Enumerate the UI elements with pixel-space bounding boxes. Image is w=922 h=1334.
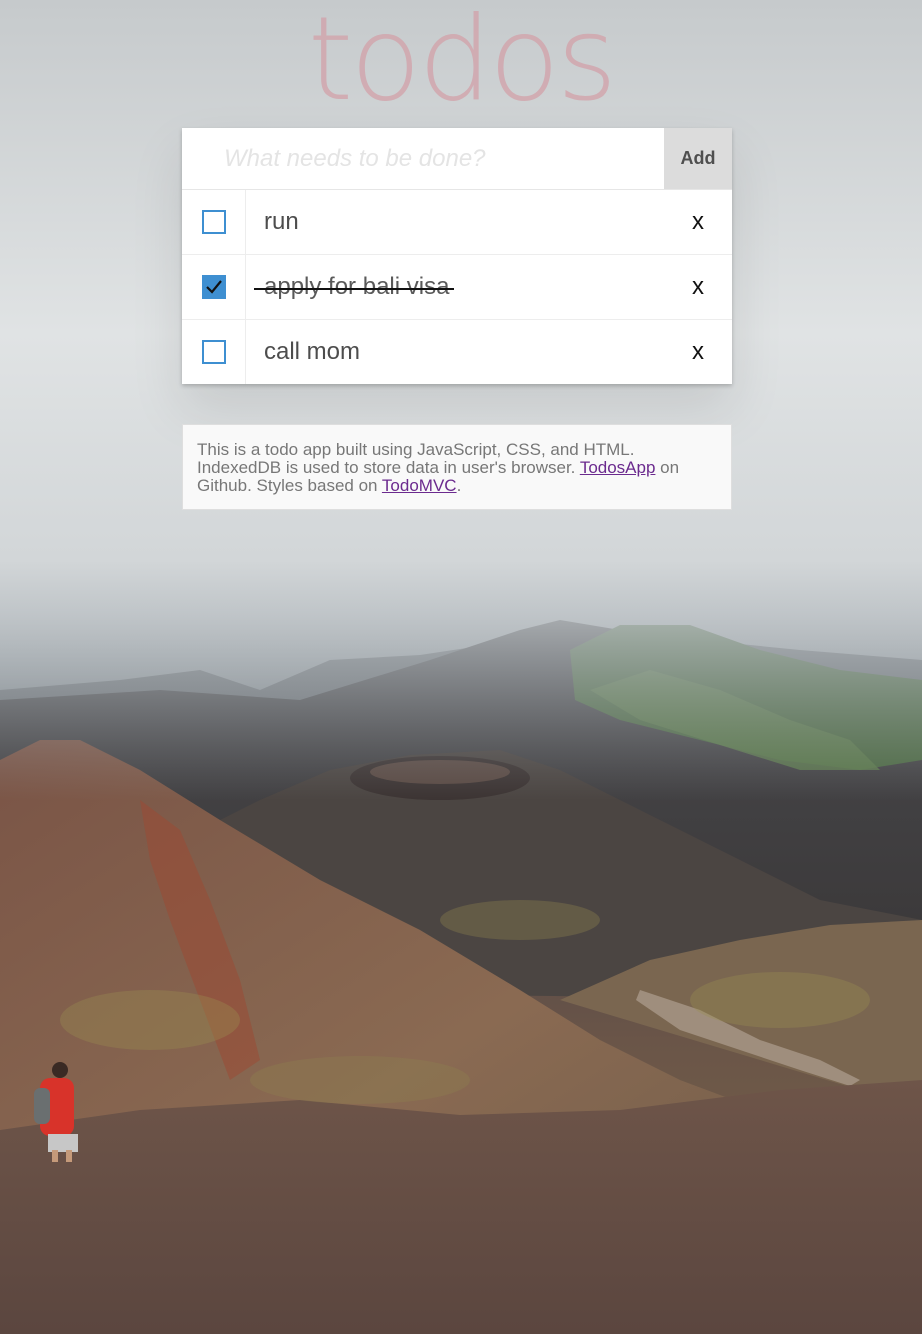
todo-checkbox[interactable] bbox=[201, 275, 226, 299]
todo-toggle-cell[interactable] bbox=[182, 190, 246, 254]
info-text: This is a todo app built using JavaScrip… bbox=[197, 440, 635, 477]
todo-item: run x bbox=[182, 190, 732, 255]
todo-list: run x apply for bali visa x call mom x bbox=[182, 190, 732, 384]
info-panel: This is a todo app built using JavaScrip… bbox=[182, 424, 732, 510]
new-todo-row: Add bbox=[182, 128, 732, 190]
todo-label-completed[interactable]: apply for bali visa bbox=[246, 273, 668, 301]
todo-checkbox[interactable] bbox=[201, 340, 226, 364]
todo-toggle-cell[interactable] bbox=[182, 255, 246, 319]
todo-item: call mom x bbox=[182, 320, 732, 384]
delete-button[interactable]: x bbox=[668, 273, 732, 301]
todo-app: Add run x apply for bali visa x bbox=[182, 128, 732, 384]
todo-toggle-cell[interactable] bbox=[182, 320, 246, 384]
todo-item: apply for bali visa x bbox=[182, 255, 732, 320]
strikethrough-line bbox=[254, 288, 454, 290]
todo-label-text: apply for bali visa bbox=[264, 273, 450, 300]
add-button[interactable]: Add bbox=[664, 128, 732, 189]
todo-label[interactable]: run bbox=[246, 208, 668, 236]
todosapp-link[interactable]: TodosApp bbox=[580, 458, 656, 477]
app-title: todos bbox=[307, 0, 618, 127]
delete-button[interactable]: x bbox=[668, 208, 732, 236]
checkmark-icon bbox=[205, 280, 222, 294]
new-todo-input[interactable] bbox=[182, 128, 664, 189]
todo-label[interactable]: call mom bbox=[246, 338, 668, 366]
delete-button[interactable]: x bbox=[668, 338, 732, 366]
todomvc-link[interactable]: TodoMVC bbox=[382, 476, 457, 495]
todo-checkbox[interactable] bbox=[201, 210, 226, 234]
info-text: . bbox=[456, 476, 462, 495]
